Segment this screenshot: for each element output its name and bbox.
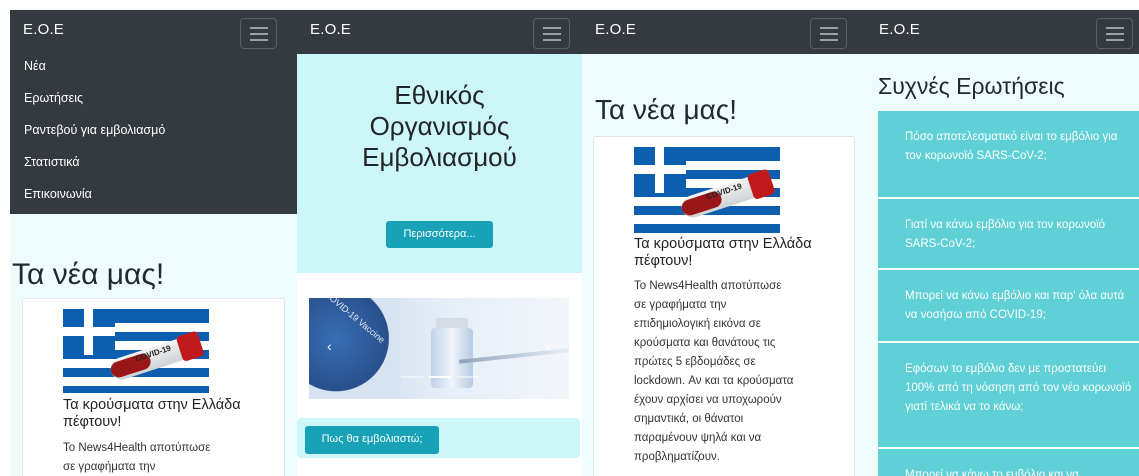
nav-item-statistics[interactable]: Στατιστικά xyxy=(24,155,80,169)
hamburger-icon-line xyxy=(543,39,561,41)
news-section: Τα νέα μας! COVID-19 Τα κρούσματα στην Ε… xyxy=(10,214,299,476)
brand-logo[interactable]: E.O.E xyxy=(23,21,64,38)
hamburger-icon xyxy=(820,27,838,29)
screen-home: E.O.E Εθνικός Οργανισμός Εμβολιασμού Περ… xyxy=(297,10,582,476)
news-card-line-2: σε γραφήματα την xyxy=(63,461,156,473)
news-card-line-10: προβληματίζουν. xyxy=(634,451,720,463)
navbar: E.O.E xyxy=(297,10,582,54)
news-card-line-8: σημαντικά, οι θάνατοι xyxy=(634,413,744,425)
faq-question: Μπορεί να κάνω εμβόλιο και παρ' όλα αυτά… xyxy=(905,290,1125,321)
screen-faq: E.O.E Συχνές Ερωτήσεις Πόσο αποτελεσματι… xyxy=(866,10,1139,476)
covid-news-image: COVID-19 xyxy=(634,147,780,233)
how-to-vaccinate-section: Πως θα εμβολιαστώ; xyxy=(297,418,580,458)
faq-question: Μπορεί να κάνω το εμβόλιο και να xyxy=(905,469,1079,476)
news-heading: Τα νέα μας! xyxy=(595,94,738,125)
nav-item-questions[interactable]: Ερωτήσεις xyxy=(24,91,83,105)
news-card-title: Τα κρούσματα στην Ελλάδα πέφτουν! xyxy=(634,236,812,269)
hamburger-icon-line xyxy=(250,33,268,35)
hamburger-icon-line xyxy=(1106,33,1124,35)
nav-item-appointment[interactable]: Ραντεβού για εμβολιασμό xyxy=(24,123,165,137)
faq-item[interactable]: Πόσο αποτελεσματικό είναι το εμβόλιο για… xyxy=(878,111,1139,199)
news-card-line-3: επιδημιολογική εικόνα σε xyxy=(634,318,761,330)
menu-toggle-button[interactable] xyxy=(533,18,570,49)
hamburger-icon-line xyxy=(543,33,561,35)
brand-logo[interactable]: E.O.E xyxy=(310,21,351,38)
faq-question: Γιατί να κάνω εμβόλιο για τον κορωνοϊό S… xyxy=(905,219,1106,250)
news-card-line-1: To News4Health αποτύπωσε xyxy=(634,280,782,292)
news-card-line-9: παραμένουν ψηλά και να xyxy=(634,432,762,444)
hamburger-icon-line xyxy=(820,39,838,41)
menu-toggle-button[interactable] xyxy=(1096,18,1133,49)
brand-logo[interactable]: E.O.E xyxy=(595,21,636,38)
faq-question: Πόσο αποτελεσματικό είναι το εμβόλιο για… xyxy=(905,131,1118,162)
hamburger-icon xyxy=(543,27,561,29)
how-to-vaccinate-button[interactable]: Πως θα εμβολιαστώ; xyxy=(305,426,439,454)
hamburger-icon-line xyxy=(250,39,268,41)
jumbotron: Εθνικός Οργανισμός Εμβολιασμού Περισσότε… xyxy=(297,54,582,273)
vaccine-carousel[interactable]: COVID-19 Vaccine ‹ › xyxy=(309,298,569,399)
nav-menu: Νέα Ερωτήσεις Ραντεβού για εμβολιασμό Στ… xyxy=(10,54,299,214)
hamburger-icon xyxy=(1106,27,1124,29)
nav-item-news[interactable]: Νέα xyxy=(24,59,46,73)
carousel-image-needle xyxy=(459,348,569,364)
navbar: E.O.E xyxy=(866,10,1139,54)
carousel-indicator-active[interactable] xyxy=(429,376,451,378)
faq-item[interactable]: Γιατί να κάνω εμβόλιο για τον κορωνοϊό S… xyxy=(878,199,1139,270)
faq-item[interactable]: Εφόσων το εμβόλιο δεν με προστατεύει 100… xyxy=(878,343,1139,449)
news-card-line-2: σε γραφήματα την xyxy=(634,299,727,311)
nav-item-contact[interactable]: Επικοινωνία xyxy=(24,187,92,201)
hamburger-icon xyxy=(250,27,268,29)
navbar: E.O.E xyxy=(582,10,867,54)
news-card[interactable]: COVID-19 Τα κρούσματα στην Ελλάδα πέφτου… xyxy=(593,136,855,476)
more-button[interactable]: Περισσότερα... xyxy=(386,221,493,248)
brand-logo[interactable]: E.O.E xyxy=(879,21,920,38)
screen-menu: E.O.E Νέα Ερωτήσεις Ραντεβού για εμβολια… xyxy=(10,10,299,476)
news-heading: Τα νέα μας! xyxy=(12,258,165,291)
news-card-line-5: πρώτες 5 εβδομάδες σε xyxy=(634,356,756,368)
news-section: Τα νέα μας! COVID-19 Τα κρούσματα στην Ε… xyxy=(582,54,867,476)
news-card-line-1: To News4Health αποτύπωσε xyxy=(63,442,211,454)
news-card-line-6: lockdown. Αν και τα κρούσματα xyxy=(634,375,794,387)
menu-toggle-button[interactable] xyxy=(240,18,277,49)
news-card-title: Τα κρούσματα στην Ελλάδα πέφτουν! xyxy=(63,397,241,430)
faq-item[interactable]: Μπορεί να κάνω εμβόλιο και παρ' όλα αυτά… xyxy=(878,270,1139,343)
faq-item[interactable]: Μπορεί να κάνω το εμβόλιο και να xyxy=(878,449,1139,476)
carousel-indicator[interactable] xyxy=(401,376,423,378)
page-title: Εθνικός Οργανισμός Εμβολιασμού xyxy=(362,80,517,172)
navbar: E.O.E xyxy=(10,10,299,54)
menu-toggle-button[interactable] xyxy=(810,18,847,49)
carousel-indicator[interactable] xyxy=(457,376,479,378)
hamburger-icon-line xyxy=(1106,39,1124,41)
news-card-line-4: κρούσματα και θανάτους τις xyxy=(634,337,776,349)
covid-news-image: COVID-19 xyxy=(63,309,209,393)
news-card[interactable]: COVID-19 Τα κρούσματα στην Ελλάδα πέφτου… xyxy=(22,298,285,476)
hamburger-icon-line xyxy=(820,33,838,35)
faq-question: Εφόσων το εμβόλιο δεν με προστατεύει 100… xyxy=(905,363,1132,413)
screen-news: E.O.E Τα νέα μας! COVID-19 Τα κρούσματα … xyxy=(582,10,867,476)
carousel-next-icon[interactable]: › xyxy=(545,338,550,354)
faq-heading: Συχνές Ερωτήσεις xyxy=(878,73,1065,99)
news-card-line-7: έχουν αρχίσει να υποχωρούν xyxy=(634,394,782,406)
carousel-prev-icon[interactable]: ‹ xyxy=(327,338,332,354)
